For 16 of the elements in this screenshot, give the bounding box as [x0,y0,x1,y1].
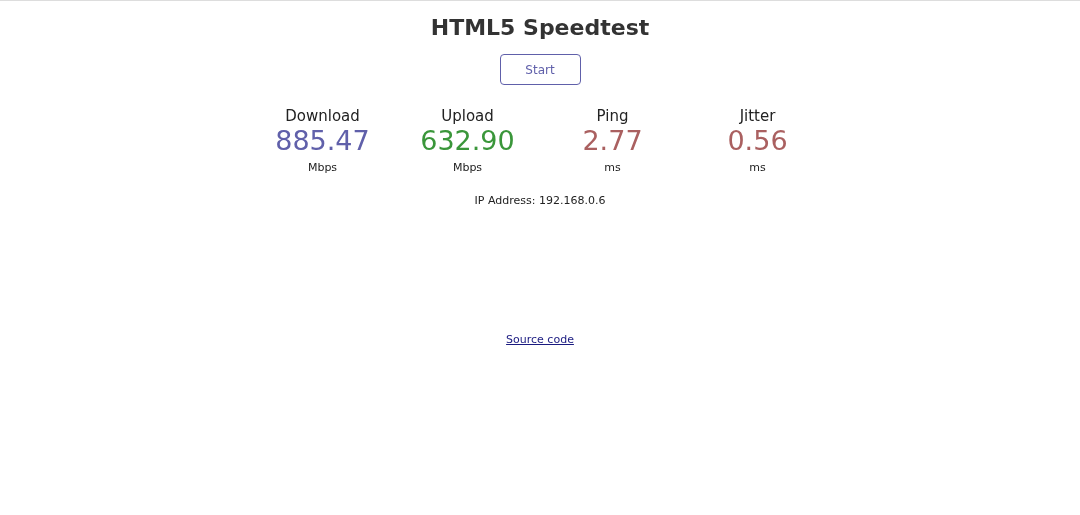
metric-label: Jitter [739,107,776,125]
source-link[interactable]: Source code [506,333,574,346]
metric-label: Ping [596,107,629,125]
metric-label: Download [285,107,360,125]
metric-unit: Mbps [452,161,483,174]
start-button[interactable]: Start [499,54,581,85]
metric-value: 2.77 [582,125,643,157]
metric-value: 0.56 [727,125,788,157]
ip-address: IP Address: 192.168.0.6 [474,194,606,207]
metric-label: Upload [441,107,494,125]
metric-value: 632.90 [420,125,515,157]
metric-unit: Mbps [307,161,338,174]
metric-unit: ms [749,161,766,174]
metric-value: 885.47 [275,125,370,157]
page-title: HTML5 Speedtest [430,15,650,40]
metric-unit: ms [604,161,621,174]
